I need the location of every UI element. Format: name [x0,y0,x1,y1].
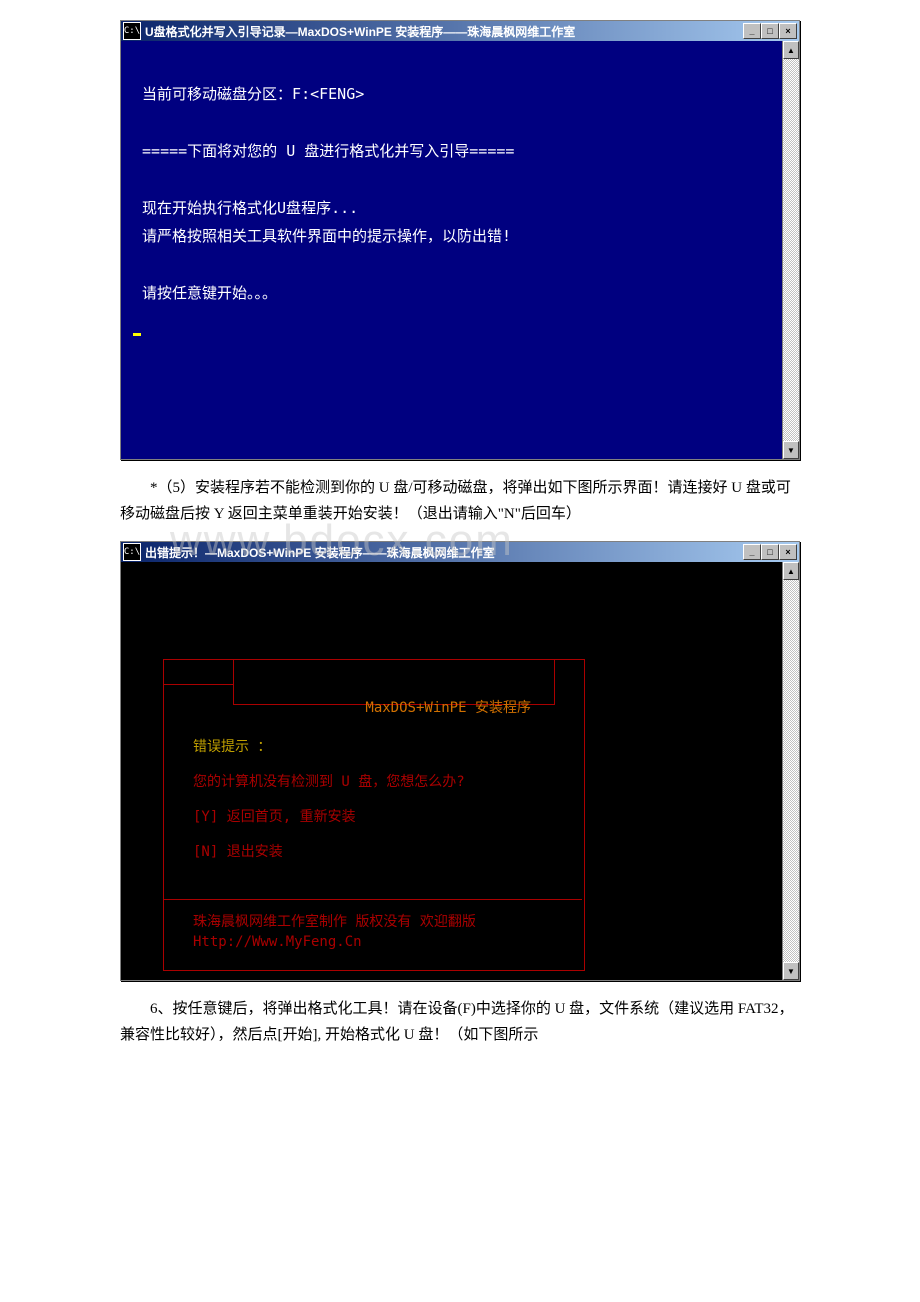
console-output: MaxDOS+WinPE 安装程序 错误提示 ： 您的计算机没有检测到 U 盘，… [121,562,782,980]
scroll-track[interactable] [783,580,799,962]
cursor-icon [133,333,141,336]
scroll-track[interactable] [783,59,799,441]
titlebar[interactable]: C:\ 出错提示！—MaxDOS+WinPE 安装程序——珠海晨枫网维工作室 _… [121,542,799,562]
cmd-icon: C:\ [123,22,141,40]
console-window-format: C:\ U盘格式化并写入引导记录—MaxDOS+WinPE 安装程序——珠海晨枫… [120,20,800,460]
window-title: 出错提示！—MaxDOS+WinPE 安装程序——珠海晨枫网维工作室 [145,544,743,561]
scroll-up-button[interactable]: ▲ [783,562,799,580]
option-y: [Y] 返回首页, 重新安装 [193,804,356,831]
console-output: 当前可移动磁盘分区：F:<FENG> =====下面将对您的 U 盘进行格式化并… [121,41,782,459]
console-line: 请严格按照相关工具软件界面中的提示操作，以防出错! [133,227,511,245]
document-paragraph: *（5）安装程序若不能检测到你的 U 盘/可移动磁盘，将弹出如下图所示界面！请连… [120,476,800,527]
frame-line [163,684,233,685]
window-title: U盘格式化并写入引导记录—MaxDOS+WinPE 安装程序——珠海晨枫网维工作… [145,23,743,40]
header-box: MaxDOS+WinPE 安装程序 [233,659,555,705]
maximize-button[interactable]: □ [761,544,779,560]
console-line: 当前可移动磁盘分区：F:<FENG> [133,85,364,103]
installer-header: MaxDOS+WinPE 安装程序 [365,700,531,716]
maximize-button[interactable]: □ [761,23,779,39]
error-label: 错误提示 ： [193,734,271,761]
scrollbar[interactable]: ▲ ▼ [782,562,799,980]
console-window-error: C:\ 出错提示！—MaxDOS+WinPE 安装程序——珠海晨枫网维工作室 _… [120,541,800,981]
error-message: 您的计算机没有检测到 U 盘，您想怎么办? [193,769,465,796]
titlebar[interactable]: C:\ U盘格式化并写入引导记录—MaxDOS+WinPE 安装程序——珠海晨枫… [121,21,799,41]
scrollbar[interactable]: ▲ ▼ [782,41,799,459]
scroll-down-button[interactable]: ▼ [783,441,799,459]
scroll-up-button[interactable]: ▲ [783,41,799,59]
minimize-button[interactable]: _ [743,23,761,39]
scroll-down-button[interactable]: ▼ [783,962,799,980]
frame-divider [164,899,582,900]
document-paragraph: 6、按任意键后，将弹出格式化工具！请在设备(F)中选择你的 U 盘，文件系统（建… [120,997,800,1048]
option-n: [N] 退出安装 [193,839,283,866]
footer-url: Http://Www.MyFeng.Cn [193,929,362,956]
console-line: =====下面将对您的 U 盘进行格式化并写入引导===== [133,142,514,160]
window-controls: _ □ × [743,544,797,560]
console-line: 现在开始执行格式化U盘程序... [133,199,358,217]
cmd-icon: C:\ [123,543,141,561]
minimize-button[interactable]: _ [743,544,761,560]
window-controls: _ □ × [743,23,797,39]
close-button[interactable]: × [779,23,797,39]
close-button[interactable]: × [779,544,797,560]
console-line: 请按任意键开始。。。 [133,284,277,302]
